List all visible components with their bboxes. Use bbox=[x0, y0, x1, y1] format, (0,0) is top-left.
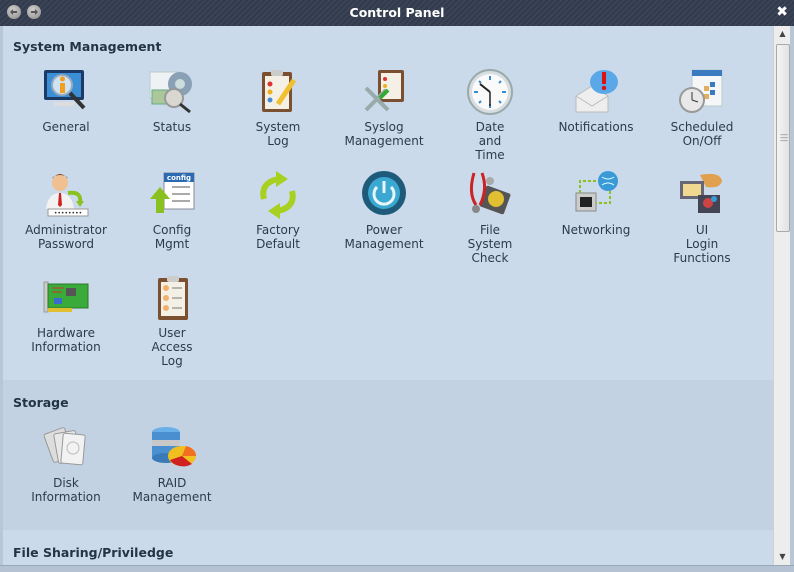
item-label: Scheduled On/Off bbox=[670, 120, 734, 148]
item-ui-login-functions[interactable]: UI Login Functions bbox=[652, 169, 752, 265]
item-label: Disk Information bbox=[31, 476, 101, 504]
item-disk-information[interactable]: Disk Information bbox=[16, 422, 116, 504]
item-power-management[interactable]: Power Management bbox=[334, 169, 434, 251]
section-storage: Storage Disk Information RAID Management bbox=[3, 380, 773, 530]
clipboard-pencil-icon bbox=[262, 70, 297, 112]
item-label: Factory Default bbox=[256, 223, 300, 251]
circuit-board-icon bbox=[43, 281, 89, 313]
refresh-arrows-icon bbox=[260, 171, 296, 219]
section-title: Storage bbox=[13, 395, 69, 410]
item-label: RAID Management bbox=[132, 476, 212, 504]
tools-clipboard-icon bbox=[364, 70, 404, 112]
item-label: Date and Time bbox=[475, 120, 505, 162]
monitor-info-icon bbox=[44, 70, 86, 110]
item-label: System Log bbox=[255, 120, 301, 148]
section-system-management: System Management General Status System … bbox=[3, 26, 773, 380]
item-label: Syslog Management bbox=[344, 120, 424, 148]
ui-login-icon bbox=[680, 173, 722, 213]
item-system-log[interactable]: System Log bbox=[228, 66, 328, 148]
item-syslog-management[interactable]: Syslog Management bbox=[334, 66, 434, 148]
item-user-access-log[interactable]: User Access Log bbox=[122, 272, 222, 368]
item-general[interactable]: General bbox=[16, 66, 116, 134]
scroll-thumb[interactable]: — — — bbox=[776, 44, 790, 232]
power-icon bbox=[362, 171, 406, 215]
item-file-system-check[interactable]: File System Check bbox=[440, 169, 540, 265]
database-chart-icon bbox=[152, 427, 197, 467]
svg-text:config: config bbox=[167, 174, 191, 182]
calendar-clock-icon bbox=[679, 69, 723, 113]
item-networking[interactable]: Networking bbox=[546, 169, 646, 237]
title-bar: Control Panel ✖ bbox=[0, 0, 794, 26]
item-status[interactable]: Status bbox=[122, 66, 222, 134]
item-label: Hardware Information bbox=[31, 326, 101, 354]
section-title: System Management bbox=[13, 39, 162, 54]
scroll-up-button[interactable]: ▲ bbox=[774, 26, 791, 42]
item-label: Networking bbox=[561, 223, 631, 237]
item-label: UI Login Functions bbox=[673, 223, 731, 265]
hard-disks-icon bbox=[43, 427, 86, 466]
network-globe-icon bbox=[575, 171, 618, 212]
user-clipboard-icon bbox=[158, 276, 188, 320]
item-administrator-password[interactable]: •••••••• Administrator Password bbox=[16, 169, 116, 251]
section-file-sharing: File Sharing/Priviledge bbox=[3, 530, 773, 565]
item-label: Notifications bbox=[558, 120, 634, 134]
scroll-down-button[interactable]: ▼ bbox=[774, 549, 791, 565]
item-raid-management[interactable]: RAID Management bbox=[122, 422, 222, 504]
item-date-and-time[interactable]: Date and Time bbox=[440, 66, 540, 162]
item-label: Administrator Password bbox=[25, 223, 107, 251]
item-label: Status bbox=[152, 120, 192, 134]
close-button[interactable]: ✖ bbox=[776, 4, 788, 20]
section-title: File Sharing/Priviledge bbox=[13, 545, 174, 560]
item-label: General bbox=[42, 120, 90, 134]
item-notifications[interactable]: Notifications bbox=[546, 66, 646, 134]
item-label: Power Management bbox=[344, 223, 424, 251]
clock-icon bbox=[467, 69, 513, 115]
stethoscope-disk-icon bbox=[469, 172, 511, 215]
close-x-icon: ✖ bbox=[776, 4, 788, 20]
admin-password-icon: •••••••• bbox=[46, 174, 89, 217]
item-label: File System Check bbox=[467, 223, 513, 265]
svg-text:••••••••: •••••••• bbox=[54, 210, 82, 217]
item-config-mgmt[interactable]: config Config Mgmt bbox=[122, 169, 222, 251]
config-upload-icon: config bbox=[150, 172, 195, 213]
item-scheduled-on-off[interactable]: Scheduled On/Off bbox=[652, 66, 752, 148]
envelope-alert-icon bbox=[575, 70, 618, 113]
item-hardware-information[interactable]: Hardware Information bbox=[16, 272, 116, 354]
item-factory-default[interactable]: Factory Default bbox=[228, 169, 328, 251]
window-title: Control Panel bbox=[349, 5, 445, 20]
grip-icon: — — — bbox=[780, 130, 788, 145]
vertical-scrollbar[interactable]: ▲ — — — ▼ bbox=[773, 26, 791, 565]
control-panel-content: System Management General Status System … bbox=[0, 26, 773, 565]
window-border-right bbox=[790, 26, 794, 571]
status-gear-icon bbox=[149, 71, 192, 114]
item-label: User Access Log bbox=[151, 326, 193, 368]
item-label: Config Mgmt bbox=[152, 223, 192, 251]
